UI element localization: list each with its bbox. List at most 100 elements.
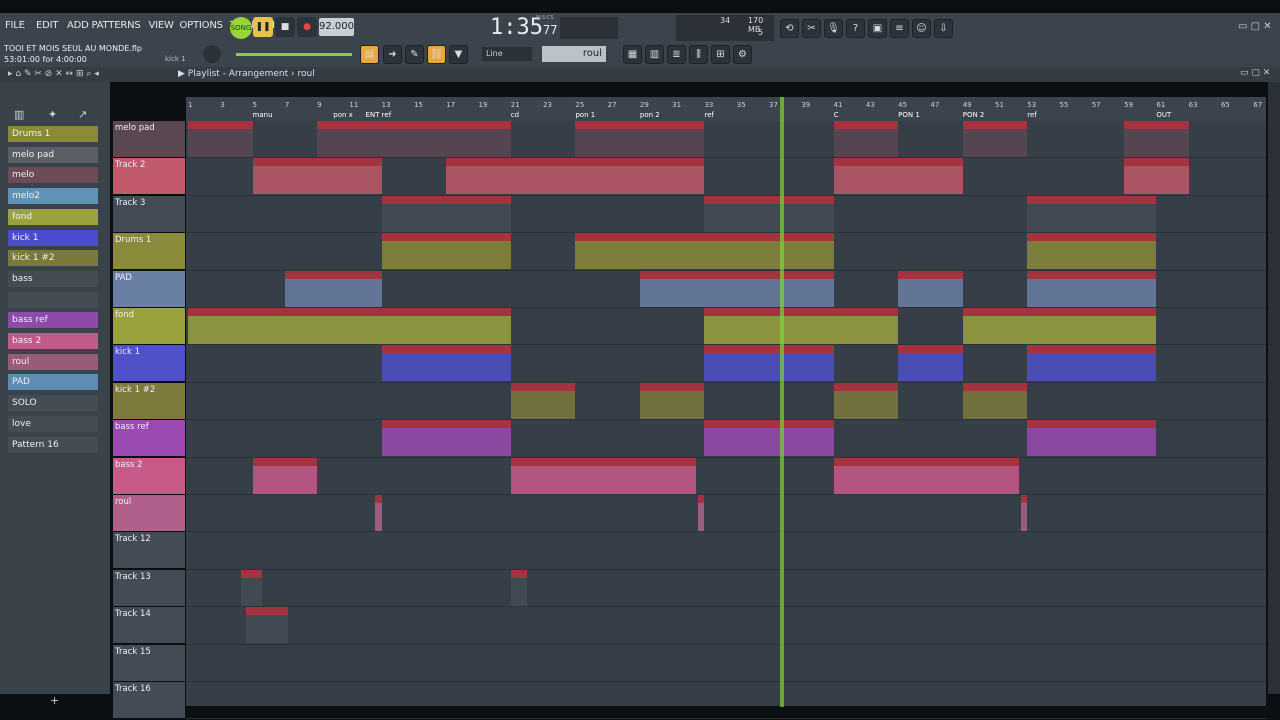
pattern-clip[interactable]: me..d xyxy=(575,121,705,157)
stop-button[interactable]: ■ xyxy=(275,17,295,37)
pattern-clip[interactable]: fond xyxy=(188,308,382,344)
pattern-clip[interactable]: me..d xyxy=(317,121,382,157)
pattern-clip[interactable]: PAD xyxy=(284,270,382,307)
track-header[interactable]: Track 2 xyxy=(113,158,185,195)
ruler-marker[interactable]: PON 1 xyxy=(898,111,920,119)
pattern-clip[interactable]: me..d xyxy=(188,121,253,157)
browser-item[interactable]: bass xyxy=(8,270,98,287)
pattern-clip[interactable]: PAD xyxy=(898,270,963,307)
save-icon[interactable]: ▣ xyxy=(868,19,887,38)
browser-item[interactable]: SOLO xyxy=(8,395,98,412)
browser-item[interactable] xyxy=(8,291,98,308)
pattern-clip[interactable]: melo xyxy=(1124,158,1189,195)
arrow-icon[interactable]: ➜ xyxy=(383,45,402,64)
pattern-clip[interactable]: bas..ef xyxy=(704,420,834,457)
vertical-scrollbar[interactable] xyxy=(1268,82,1280,694)
ruler-marker[interactable]: PON 2 xyxy=(963,111,985,119)
track-header[interactable]: Drums 1 xyxy=(113,233,185,270)
pattern-clip[interactable]: melo xyxy=(252,158,382,195)
browser-item[interactable]: PAD xyxy=(8,374,98,391)
ruler-marker[interactable]: manu xyxy=(253,111,273,119)
help-icon[interactable]: ? xyxy=(846,19,865,38)
pattern-clip[interactable] xyxy=(510,569,527,606)
snap-select[interactable]: Line xyxy=(482,47,532,61)
pattern-clip[interactable]: bas..ef xyxy=(381,420,511,457)
pattern-clip[interactable]: Dr..s 1 xyxy=(1027,233,1157,270)
mic-icon[interactable]: 🎙 xyxy=(824,19,843,38)
pattern-clip[interactable]: bass 2 xyxy=(510,457,697,494)
tools-icon[interactable]: ⚙ xyxy=(733,45,752,64)
pattern-clip[interactable]: kick 1 #2 xyxy=(639,382,705,419)
song-mode-toggle[interactable]: SONG xyxy=(230,17,252,39)
pattern-clip[interactable]: PAD xyxy=(639,270,834,307)
track-header[interactable]: fond xyxy=(113,308,185,344)
pattern-clip[interactable]: bass 2 xyxy=(833,457,1020,494)
track-header[interactable]: bass 2 xyxy=(113,457,185,494)
pattern-clip[interactable]: kick 1 #2 xyxy=(510,382,576,419)
channel-rack-icon[interactable]: ▦ xyxy=(623,45,642,64)
ruler-marker[interactable]: ref xyxy=(1027,111,1037,119)
piano-roll-icon[interactable]: ▥ xyxy=(645,45,664,64)
browser-item[interactable]: melo pad xyxy=(8,146,98,163)
pattern-selector[interactable]: roul xyxy=(542,46,606,62)
ruler-marker[interactable]: C xyxy=(834,111,839,119)
chat-icon[interactable]: ☺ xyxy=(912,19,931,38)
pattern-clip[interactable]: me..d xyxy=(962,121,1028,157)
menu-view[interactable]: VIEW xyxy=(149,20,174,31)
track-header[interactable]: melo pad xyxy=(113,121,185,157)
track-header[interactable]: kick 1 #2 xyxy=(113,382,185,419)
ruler-marker[interactable]: ref xyxy=(704,111,714,119)
play-button[interactable]: ❚❚ xyxy=(253,17,273,37)
pattern-clip[interactable] xyxy=(241,569,263,606)
pattern-clip[interactable]: m xyxy=(381,121,511,157)
ruler-marker[interactable]: ENT xyxy=(366,111,380,119)
pattern-clip[interactable]: kick 1 xyxy=(898,345,963,382)
track-header[interactable]: PAD xyxy=(113,270,185,307)
stamp-icon[interactable]: ▼ xyxy=(449,45,468,64)
mixer-icon-2[interactable]: ⫼ xyxy=(689,45,708,64)
pattern-clip[interactable]: kick 1 xyxy=(704,345,834,382)
track-header[interactable]: Track 15 xyxy=(113,644,185,681)
pattern-clip[interactable]: Dr..s 1 xyxy=(381,233,511,270)
track-header[interactable]: Track 13 xyxy=(113,569,185,606)
track-header[interactable]: Track 16 xyxy=(113,682,185,718)
pattern-clip[interactable]: kick 1 #2 xyxy=(962,382,1028,419)
browser-item[interactable]: bass 2 xyxy=(8,333,98,349)
browser-tab-patterns-icon[interactable]: ▥ xyxy=(14,108,24,121)
browser-tab-audio-icon[interactable]: ✦ xyxy=(48,108,57,121)
browser-item[interactable]: kick 1 #2 xyxy=(8,250,98,267)
ruler-marker[interactable]: cd xyxy=(511,111,519,119)
pattern-clip[interactable]: kick 1 xyxy=(381,345,511,382)
browser-item[interactable]: kick 1 xyxy=(8,229,98,246)
plugin-icon[interactable]: ⊞ xyxy=(711,45,730,64)
track-header[interactable]: Track 12 xyxy=(113,532,185,569)
tempo-display[interactable]: 92.000 xyxy=(319,18,354,36)
master-volume-knob[interactable] xyxy=(203,45,221,63)
pattern-clip[interactable]: bass 2 xyxy=(252,457,318,494)
browser-item[interactable]: love xyxy=(8,415,98,432)
pattern-clip[interactable]: melo2 xyxy=(704,195,834,232)
browser-item[interactable]: roul xyxy=(8,353,98,370)
mixer-icon[interactable]: ≡ xyxy=(890,19,909,38)
browser-item[interactable]: bass ref xyxy=(8,312,98,329)
undo-icon[interactable]: ⟲ xyxy=(780,19,799,38)
pattern-clip[interactable] xyxy=(698,495,705,531)
pattern-clip[interactable]: fond xyxy=(381,308,511,344)
ruler-marker[interactable]: ref xyxy=(382,111,392,119)
pattern-clip[interactable]: Dr..s 1 xyxy=(575,233,834,270)
menu-file[interactable]: FILE xyxy=(5,20,25,31)
menu-edit[interactable]: EDIT xyxy=(36,20,58,31)
pattern-clip[interactable]: kick 1 #2 xyxy=(833,382,899,419)
pattern-clip[interactable]: me..d xyxy=(833,121,899,157)
browser-item[interactable]: melo xyxy=(8,167,98,184)
menu-add[interactable]: ADD xyxy=(67,20,89,31)
pencil-icon[interactable]: ✎ xyxy=(405,45,424,64)
pattern-clip[interactable]: fond xyxy=(1027,308,1157,344)
ruler-marker[interactable]: pon 2 xyxy=(640,111,660,119)
link-icon[interactable]: ⛓ xyxy=(427,45,446,64)
pattern-clip[interactable]: fond xyxy=(962,308,1028,344)
browser-tab-automation-icon[interactable]: ↗ xyxy=(78,108,87,121)
browser-item[interactable]: melo2 xyxy=(8,188,98,205)
pattern-clip[interactable]: melo2 xyxy=(381,195,511,232)
playlist-tools[interactable]: ▸ ⌂ ✎ ✂ ⊘ ✕ ↔ ⊞ ⌕ ◂ xyxy=(8,69,99,79)
